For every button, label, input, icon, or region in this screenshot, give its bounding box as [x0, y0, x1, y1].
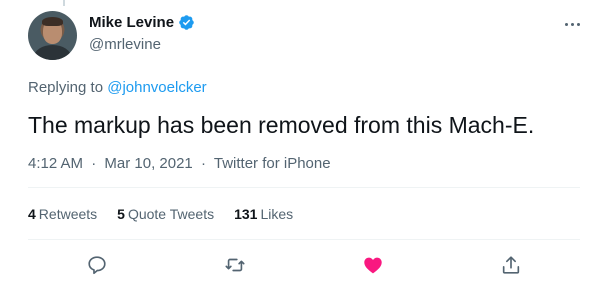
avatar[interactable]: [28, 11, 77, 60]
retweet-icon: [225, 258, 245, 272]
share-button[interactable]: [494, 248, 528, 282]
tweet-metadata: 4:12 AM · Mar 10, 2021 · Twitter for iPh…: [28, 155, 331, 172]
retweets-label: Retweets: [38, 206, 98, 222]
author-handle[interactable]: @mrlevine: [89, 36, 161, 53]
author-display-name[interactable]: Mike Levine: [89, 14, 174, 31]
tweet-time[interactable]: 4:12 AM: [28, 155, 83, 172]
verified-badge-icon: [179, 15, 194, 30]
engagement-stats: 4 Retweets 5 Quote Tweets 131 Likes: [28, 206, 293, 222]
quote-tweets-stat[interactable]: 5 Quote Tweets: [117, 206, 214, 222]
divider: [28, 239, 580, 240]
tweet-text: The markup has been removed from this Ma…: [28, 112, 535, 138]
heart-icon: [364, 257, 382, 274]
comment-icon: [88, 256, 106, 275]
quote-tweets-count: 5: [117, 206, 125, 222]
replying-to-handle-link[interactable]: @johnvoelcker: [107, 79, 206, 96]
share-icon: [502, 256, 520, 274]
divider: [28, 187, 580, 188]
tweet-source[interactable]: Twitter for iPhone: [214, 155, 331, 172]
avatar-hair: [42, 17, 63, 26]
meta-separator: ·: [200, 155, 206, 172]
more-dot: [576, 22, 580, 26]
retweets-count: 4: [28, 206, 36, 222]
like-button[interactable]: [356, 248, 390, 282]
meta-separator: ·: [91, 155, 97, 172]
more-dot: [570, 22, 574, 26]
replying-to-prefix: Replying to: [28, 79, 104, 96]
likes-stat[interactable]: 131 Likes: [234, 206, 293, 222]
avatar-shoulders: [34, 45, 71, 60]
thread-connector-line: [63, 0, 65, 6]
replying-to: Replying to @johnvoelcker: [28, 79, 207, 96]
likes-count: 131: [234, 206, 258, 222]
tweet-date[interactable]: Mar 10, 2021: [104, 155, 192, 172]
likes-label: Likes: [260, 206, 294, 222]
quote-tweets-label: Quote Tweets: [127, 206, 215, 222]
tweet-actions: [28, 248, 580, 282]
more-dot: [564, 22, 568, 26]
reply-button[interactable]: [80, 248, 114, 282]
retweets-stat[interactable]: 4 Retweets: [28, 206, 97, 222]
retweet-button[interactable]: [218, 248, 252, 282]
author-name-row[interactable]: Mike Levine: [89, 14, 195, 31]
more-options-icon[interactable]: [557, 14, 587, 34]
